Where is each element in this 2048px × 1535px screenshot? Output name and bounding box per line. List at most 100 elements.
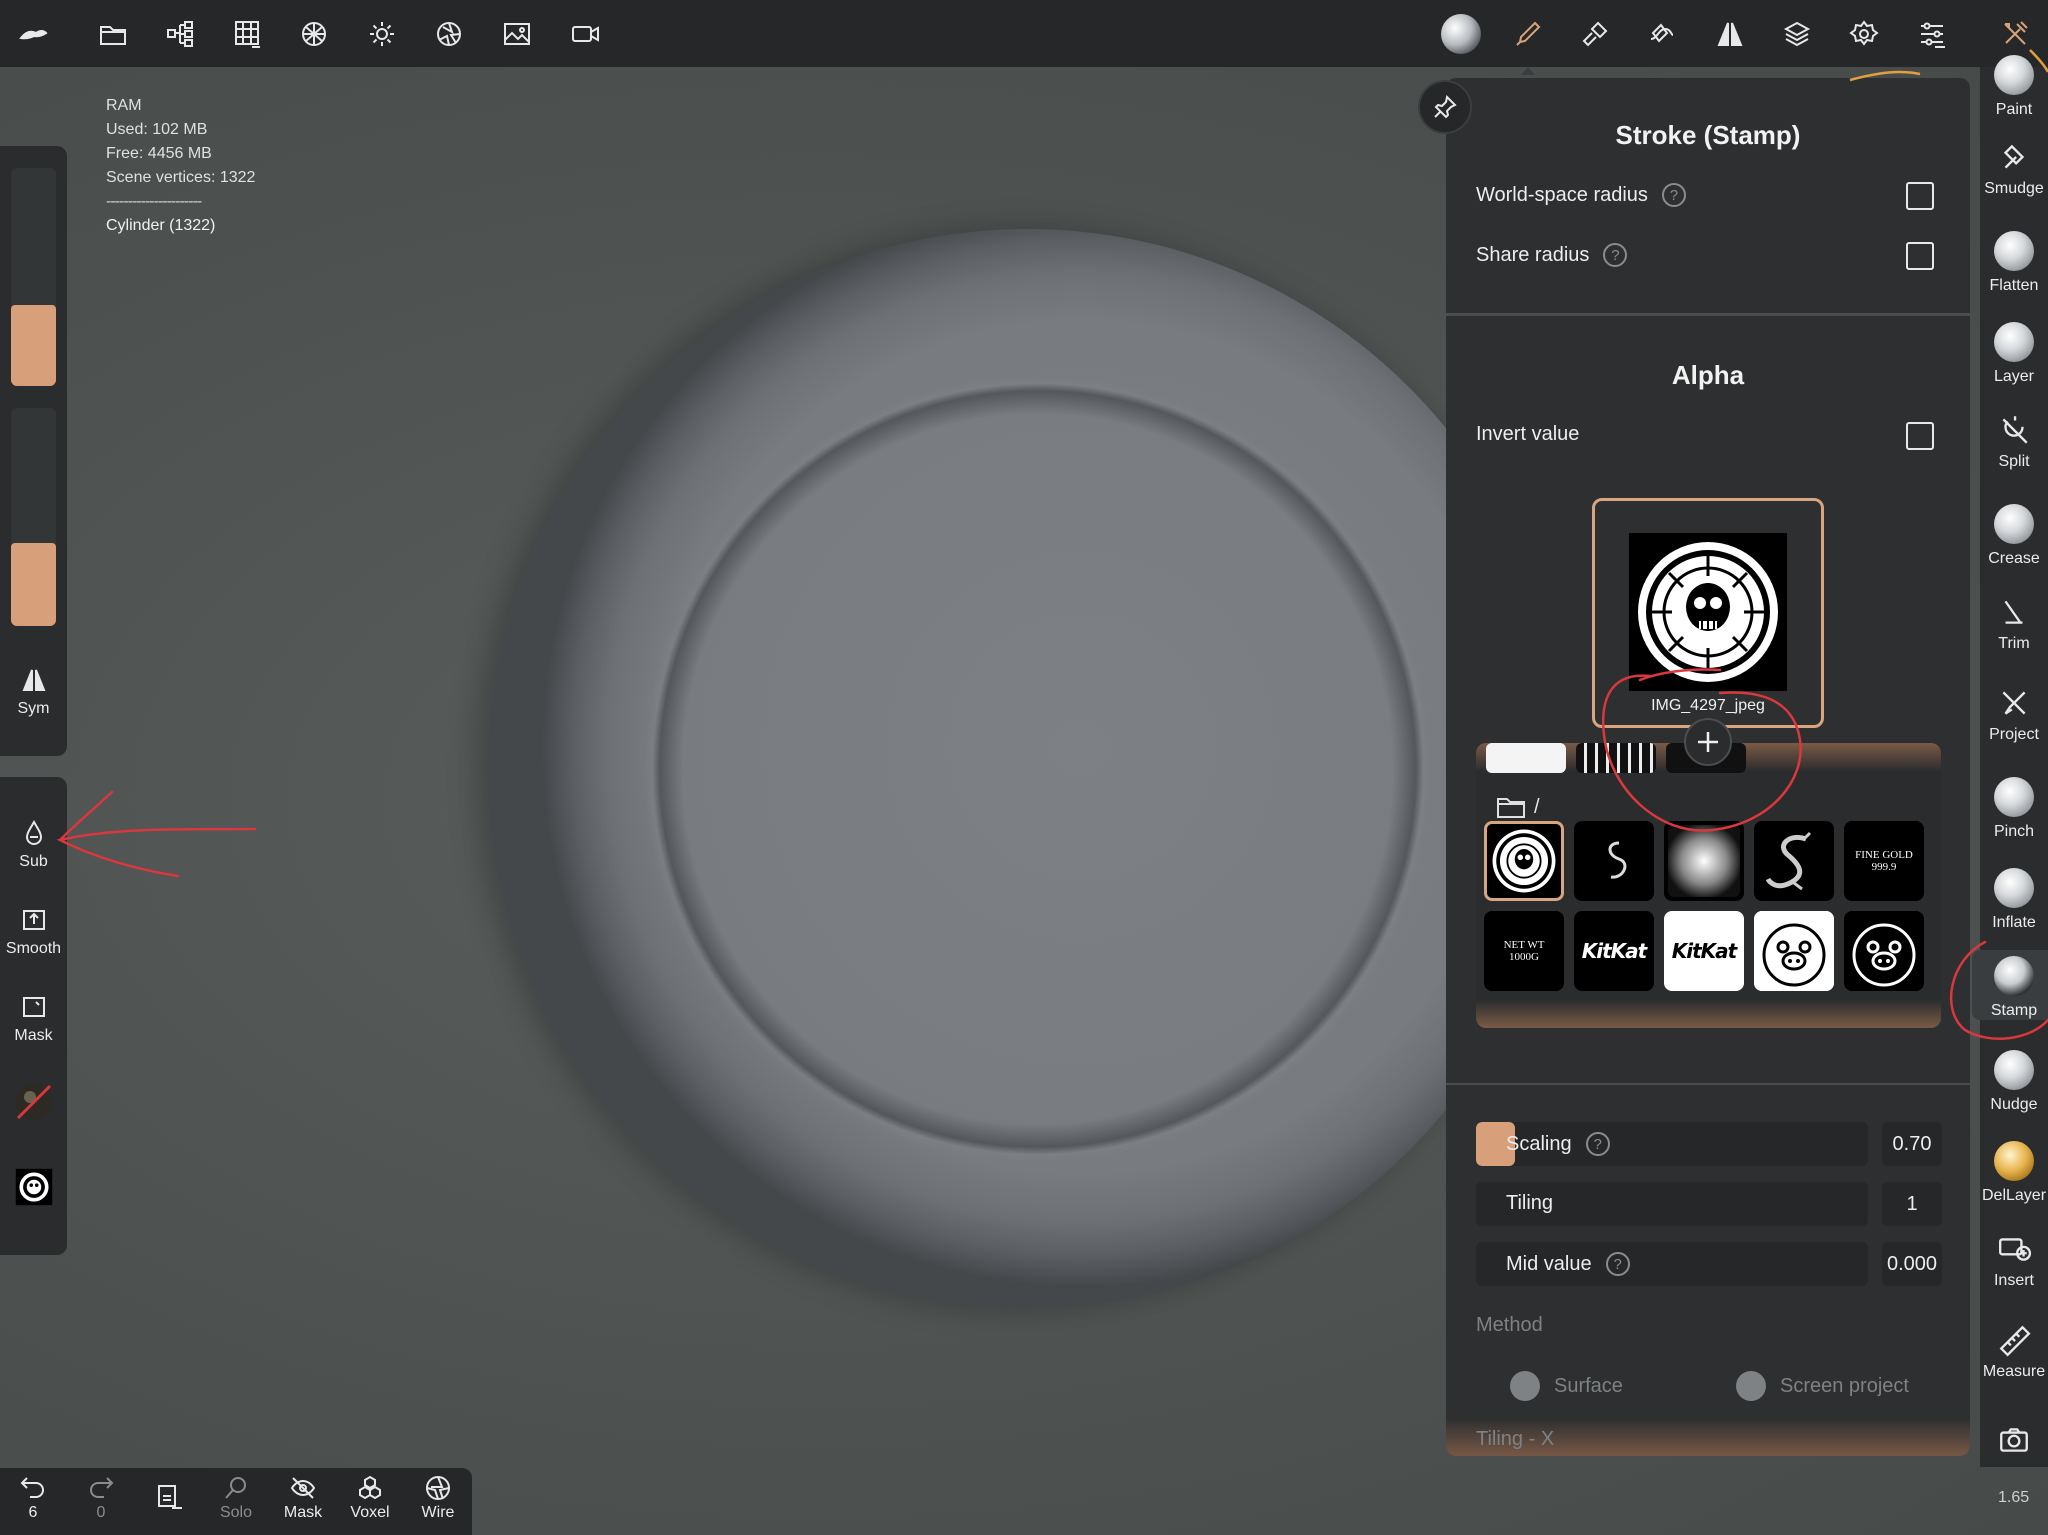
surface-radio[interactable] bbox=[1510, 1371, 1540, 1401]
alpha-slot[interactable] bbox=[0, 1167, 67, 1213]
help-icon[interactable]: ? bbox=[1603, 243, 1628, 267]
symmetry-icon[interactable] bbox=[1710, 14, 1750, 54]
screenshot-button[interactable] bbox=[1972, 1423, 2048, 1463]
alpha-preview[interactable]: IMG_4297_jpeg bbox=[1592, 498, 1824, 728]
tool-layer[interactable]: Layer bbox=[1972, 322, 2048, 386]
stroke-icon[interactable] bbox=[1642, 14, 1682, 54]
wire-button[interactable]: Wire bbox=[408, 1474, 468, 1522]
pin-button[interactable] bbox=[1418, 80, 1472, 134]
sym-button[interactable]: Sym bbox=[0, 666, 67, 718]
tool-nudge[interactable]: Nudge bbox=[1972, 1050, 2048, 1114]
voxel-button[interactable]: Voxel bbox=[340, 1474, 400, 1522]
sub-button[interactable]: Sub bbox=[0, 819, 67, 871]
share-radius-checkbox[interactable] bbox=[1906, 242, 1934, 270]
smooth-button[interactable]: Smooth bbox=[0, 906, 67, 958]
shading-icon[interactable] bbox=[429, 14, 469, 54]
no-material-icon bbox=[15, 1084, 52, 1120]
world-space-radius-checkbox[interactable] bbox=[1906, 182, 1934, 210]
tool-settings-icon[interactable] bbox=[1575, 14, 1615, 54]
ram-free: Free: 4456 MB bbox=[106, 145, 212, 162]
solo-button[interactable]: Solo bbox=[206, 1474, 266, 1522]
tool-measure[interactable]: Measure bbox=[1972, 1323, 2048, 1381]
tool-project[interactable]: Project bbox=[1972, 686, 2048, 744]
mask-visibility-button[interactable]: Mask bbox=[273, 1474, 333, 1522]
add-alpha-button[interactable] bbox=[1684, 718, 1732, 766]
paint-icon bbox=[1994, 55, 2034, 95]
scaling-slider[interactable]: Scaling ? bbox=[1476, 1122, 1868, 1166]
tool-smudge[interactable]: Smudge bbox=[1972, 140, 2048, 198]
scaling-value[interactable]: 0.70 bbox=[1882, 1122, 1942, 1166]
tool-dellayer[interactable]: DelLayer bbox=[1972, 1141, 2048, 1205]
crease-icon bbox=[1994, 504, 2034, 544]
tool-trim[interactable]: Trim bbox=[1972, 595, 2048, 653]
camera-icon[interactable] bbox=[565, 14, 605, 54]
invert-value-checkbox[interactable] bbox=[1906, 422, 1934, 450]
tool-crease[interactable]: Crease bbox=[1972, 504, 2048, 568]
alpha-thumb-skull-coin[interactable] bbox=[1484, 821, 1564, 901]
redo-button[interactable]: 0 bbox=[71, 1474, 131, 1522]
screen-project-radio[interactable] bbox=[1736, 1371, 1766, 1401]
wireframe-icon bbox=[426, 1476, 450, 1500]
mask-icon bbox=[22, 997, 45, 1017]
radius-slider[interactable] bbox=[11, 168, 56, 386]
sliders-icon[interactable] bbox=[1912, 14, 1952, 54]
mesh-icon[interactable] bbox=[294, 14, 334, 54]
help-icon[interactable]: ? bbox=[1661, 183, 1686, 207]
undo-button[interactable]: 6 bbox=[3, 1474, 63, 1522]
tool-pinch[interactable]: Pinch bbox=[1972, 777, 2048, 841]
alpha-thumb-radial[interactable] bbox=[1664, 821, 1744, 901]
undo-icon bbox=[20, 1477, 44, 1498]
tool-label: Measure bbox=[1982, 1363, 2046, 1380]
screen-project-option[interactable]: Screen project bbox=[1736, 1371, 1909, 1401]
tool-paint[interactable]: Paint bbox=[1972, 55, 2048, 119]
voxel-label: Voxel bbox=[350, 1504, 390, 1521]
matcap-icon[interactable] bbox=[1441, 14, 1481, 54]
mask-button[interactable]: Mask bbox=[0, 993, 67, 1045]
alpha-thumb-net-wt[interactable]: NET WT 1000G bbox=[1484, 911, 1564, 991]
library-path[interactable]: / bbox=[1496, 795, 1540, 819]
folder-icon[interactable] bbox=[93, 14, 133, 54]
light-icon[interactable] bbox=[362, 14, 402, 54]
library-tab[interactable] bbox=[1486, 743, 1566, 773]
gear-icon[interactable] bbox=[1844, 14, 1884, 54]
alpha-thumb-pig-white[interactable] bbox=[1754, 911, 1834, 991]
mid-value-slider[interactable]: Mid value ? bbox=[1476, 1242, 1868, 1286]
library-tab[interactable] bbox=[1576, 743, 1656, 773]
tool-label: Crease bbox=[1988, 550, 2040, 567]
tool-insert[interactable]: Insert bbox=[1972, 1232, 2048, 1290]
alpha-thumb-kitkat-dark[interactable]: KitKat bbox=[1574, 911, 1654, 991]
brush-settings-panel: Stroke (Stamp) World-space radius ? Shar… bbox=[1446, 78, 1970, 1456]
stroke-title: Stroke (Stamp) bbox=[1615, 120, 1801, 150]
layers-icon[interactable] bbox=[1777, 14, 1817, 54]
alpha-thumb-fine-gold[interactable]: FINE GOLD 999.9 bbox=[1844, 821, 1924, 901]
help-icon[interactable]: ? bbox=[1585, 1132, 1610, 1156]
grid-icon[interactable] bbox=[227, 14, 267, 54]
mask-visibility-label: Mask bbox=[283, 1504, 323, 1521]
selected-object: Cylinder (1322) bbox=[106, 217, 216, 234]
tool-label: Flatten bbox=[1989, 277, 2039, 294]
tool-stamp[interactable]: Stamp bbox=[1972, 950, 2048, 1020]
tool-flatten[interactable]: Flatten bbox=[1972, 231, 2048, 295]
alpha-thumb-pig-dark[interactable] bbox=[1844, 911, 1924, 991]
tool-inflate[interactable]: Inflate bbox=[1972, 868, 2048, 932]
folder-icon bbox=[1497, 798, 1525, 818]
history-button[interactable] bbox=[138, 1482, 198, 1512]
image-icon[interactable] bbox=[497, 14, 537, 54]
tiling-slider[interactable]: Tiling bbox=[1476, 1182, 1868, 1226]
tiling-value[interactable]: 1 bbox=[1882, 1182, 1942, 1226]
scene-tree-icon[interactable] bbox=[160, 14, 200, 54]
thumb-text: NET WT 1000G bbox=[1503, 939, 1545, 963]
material-slot[interactable] bbox=[0, 1080, 67, 1130]
mid-value-value[interactable]: 0.000 bbox=[1882, 1242, 1942, 1286]
nomad-logo-icon[interactable] bbox=[13, 14, 53, 54]
help-icon[interactable]: ? bbox=[1605, 1252, 1630, 1276]
surface-option[interactable]: Surface bbox=[1510, 1371, 1623, 1401]
alpha-thumb-squiggle[interactable] bbox=[1574, 821, 1654, 901]
alpha-thumb-dragon-s[interactable] bbox=[1754, 821, 1834, 901]
brush-icon[interactable] bbox=[1508, 14, 1548, 75]
alpha-thumb-kitkat-white[interactable]: KitKat bbox=[1664, 911, 1744, 991]
tools-icon[interactable] bbox=[1995, 14, 2035, 54]
intensity-slider[interactable] bbox=[11, 408, 56, 626]
tool-label: Stamp bbox=[1990, 1002, 2038, 1019]
tool-split[interactable]: Split bbox=[1972, 413, 2048, 471]
